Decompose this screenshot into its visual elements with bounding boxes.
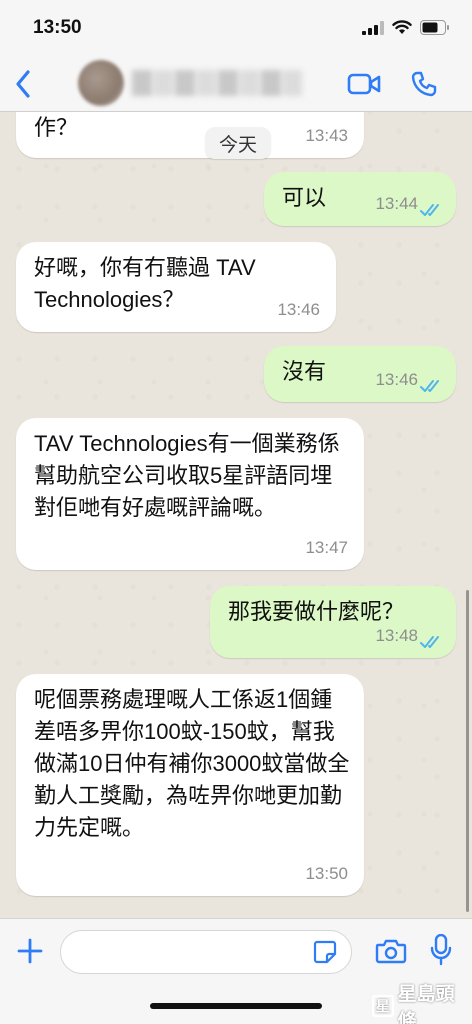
message-incoming[interactable]: TAV Technologies有一個業務係幫助航空公司收取5星評語同埋對佢哋有… bbox=[16, 418, 364, 570]
message-outgoing[interactable]: 那我要做什麼呢？ 13:48 bbox=[210, 586, 456, 658]
voice-call-button[interactable] bbox=[408, 68, 440, 100]
battery-icon bbox=[420, 20, 449, 35]
read-ticks-icon bbox=[420, 380, 439, 392]
watermark-text: 星島頭條 bbox=[397, 984, 455, 1024]
contact-avatar[interactable] bbox=[78, 60, 124, 106]
message-time: 13:50 bbox=[305, 864, 348, 883]
message-text: 好嘅，你有冇聽過 TAV Technologies？ bbox=[34, 255, 256, 312]
message-text: 呢個票務處理嘅人工係返1個鍾差唔多畀你100蚊-150蚊，幫我做滿10日仲有補你… bbox=[34, 687, 350, 840]
message-time: 13:44 bbox=[375, 194, 418, 213]
watermark-logo: 星 星島頭條 bbox=[372, 984, 472, 1024]
status-time: 13:50 bbox=[33, 17, 82, 38]
microphone-button[interactable] bbox=[428, 932, 454, 968]
chevron-left-icon bbox=[16, 70, 30, 98]
video-camera-icon bbox=[347, 73, 381, 95]
date-separator: 今天 bbox=[205, 127, 271, 159]
message-time: 13:46 bbox=[277, 300, 320, 319]
status-bar: 13:50 bbox=[0, 0, 472, 56]
sticker-button[interactable] bbox=[311, 938, 339, 966]
chat-area[interactable]: 作？ 13:43 今天 可以 13:44 好嘅，你有冇聽過 TAV Techno… bbox=[0, 112, 472, 918]
message-text: TAV Technologies有一個業務係幫助航空公司收取5星評語同埋對佢哋有… bbox=[34, 431, 340, 520]
message-time: 13:47 bbox=[305, 538, 348, 557]
home-indicator[interactable] bbox=[150, 1003, 322, 1009]
read-ticks-icon bbox=[420, 636, 439, 648]
message-time: 13:48 bbox=[375, 626, 418, 645]
read-ticks-icon bbox=[420, 204, 439, 216]
message-incoming[interactable]: 呢個票務處理嘅人工係返1個鍾差唔多畀你100蚊-150蚊，幫我做滿10日仲有補你… bbox=[16, 674, 364, 896]
message-text: 作？ bbox=[34, 115, 79, 140]
camera-button[interactable] bbox=[374, 936, 408, 966]
scroll-indicator[interactable] bbox=[466, 590, 469, 912]
message-time: 13:46 bbox=[375, 370, 418, 389]
message-input[interactable] bbox=[60, 930, 352, 974]
signal-icon bbox=[362, 20, 384, 35]
message-incoming[interactable]: 好嘅，你有冇聽過 TAV Technologies？ 13:46 bbox=[16, 242, 336, 332]
camera-icon bbox=[375, 939, 407, 964]
watermark-badge: 星 bbox=[372, 995, 394, 1017]
sticker-icon bbox=[313, 940, 337, 964]
message-time: 13:43 bbox=[305, 126, 348, 145]
message-outgoing[interactable]: 可以 13:44 bbox=[264, 172, 456, 226]
message-outgoing[interactable]: 沒有 13:46 bbox=[264, 346, 456, 402]
video-call-button[interactable] bbox=[346, 68, 382, 100]
microphone-icon bbox=[430, 934, 452, 966]
message-incoming[interactable]: 作？ 13:43 bbox=[16, 112, 364, 158]
wifi-icon bbox=[392, 20, 412, 34]
attach-button[interactable] bbox=[14, 935, 46, 967]
chat-header bbox=[0, 56, 472, 112]
status-icons bbox=[362, 20, 450, 35]
phone-icon bbox=[411, 71, 437, 97]
contact-name-blurred[interactable] bbox=[132, 70, 302, 96]
plus-icon bbox=[17, 938, 43, 964]
back-button[interactable] bbox=[8, 66, 38, 102]
